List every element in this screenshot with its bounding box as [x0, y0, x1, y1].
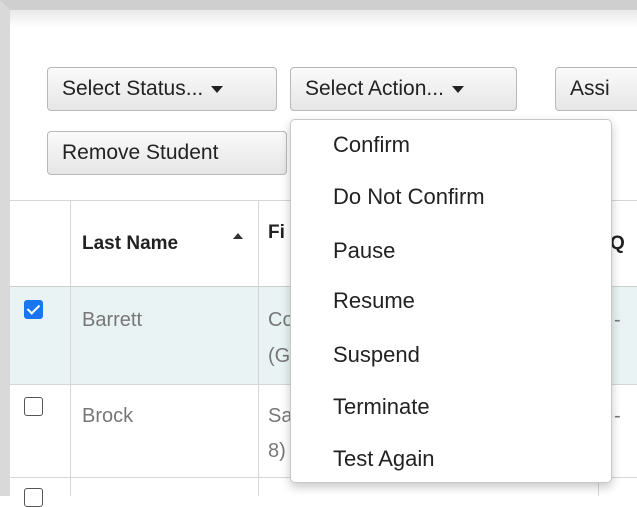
last-name-header[interactable]: Last Name	[82, 233, 178, 255]
menu-item-resume[interactable]: Resume	[333, 288, 415, 314]
select-status-label: Select Status...	[62, 77, 204, 100]
select-action-label: Select Action...	[305, 77, 444, 100]
last-name-cell: Barrett	[82, 309, 143, 331]
q-header[interactable]: Q	[610, 233, 625, 255]
select-status-button[interactable]: Select Status...	[47, 67, 277, 111]
menu-item-pause[interactable]: Pause	[333, 238, 395, 264]
frame-shadow	[10, 10, 637, 28]
row-select-checkbox[interactable]	[24, 397, 43, 416]
row-select-checkbox[interactable]	[24, 300, 43, 319]
menu-item-terminate[interactable]: Terminate	[333, 394, 430, 420]
assign-label: Assi	[570, 77, 610, 100]
q-cell: -	[614, 405, 621, 427]
caret-down-icon	[451, 85, 464, 93]
remove-student-label: Remove Student	[62, 141, 219, 164]
sort-ascending-icon[interactable]	[233, 233, 243, 239]
menu-item-test-again[interactable]: Test Again	[333, 446, 435, 472]
first-name-header[interactable]: Fi	[268, 222, 285, 244]
assign-button[interactable]: Assi	[555, 67, 637, 111]
first-name-cell-line2: 8)	[268, 440, 286, 462]
remove-student-button[interactable]: Remove Student	[47, 131, 287, 175]
first-name-cell-line2: (G	[268, 345, 291, 367]
menu-item-suspend[interactable]: Suspend	[333, 342, 420, 368]
menu-item-do-not-confirm[interactable]: Do Not Confirm	[333, 184, 485, 210]
menu-item-confirm[interactable]: Confirm	[333, 132, 410, 158]
caret-down-icon	[211, 85, 224, 93]
action-dropdown-menu: Confirm Do Not Confirm Pause Resume Susp…	[290, 119, 612, 483]
select-action-button[interactable]: Select Action...	[290, 67, 517, 111]
last-name-cell: Brock	[82, 405, 134, 427]
q-cell: -	[614, 309, 621, 331]
row-select-checkbox[interactable]	[24, 488, 43, 507]
first-name-cell: Sa	[268, 405, 293, 427]
